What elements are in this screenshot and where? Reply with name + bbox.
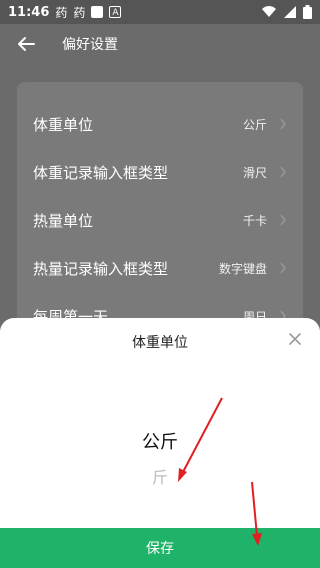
status-time: 11:46: [8, 4, 50, 20]
setting-value: 千卡: [242, 213, 267, 228]
save-button[interactable]: 保存: [0, 528, 320, 568]
setting-row-weight-unit[interactable]: 体重单位 公斤: [17, 100, 303, 148]
signal-icon: [284, 6, 296, 18]
wifi-icon: [262, 6, 276, 17]
a-icon: A: [109, 6, 122, 18]
chevron-right-icon: [280, 118, 286, 130]
setting-value: 滑尺: [242, 165, 267, 180]
status-bar: 11:46 药 药 A: [0, 0, 320, 24]
picker-option[interactable]: 斤: [0, 464, 320, 488]
settings-card: 体重单位 公斤 体重记录输入框类型 滑尺 热量单位 千卡 热量记录输入框类型 数…: [17, 82, 303, 342]
setting-row-weight-input-type[interactable]: 体重记录输入框类型 滑尺: [17, 148, 303, 196]
chevron-right-icon: [280, 166, 286, 178]
battery-icon: [303, 5, 312, 19]
app-header: 偏好设置: [0, 24, 320, 64]
setting-label: 热量单位: [33, 211, 94, 230]
setting-value: 公斤: [242, 117, 267, 132]
picker-option-selected[interactable]: 公斤: [0, 428, 320, 454]
chevron-right-icon: [280, 214, 286, 226]
chevron-right-icon: [280, 262, 286, 274]
page-title: 偏好设置: [62, 37, 118, 53]
close-icon[interactable]: [288, 332, 302, 346]
setting-label: 体重记录输入框类型: [33, 163, 169, 182]
setting-label: 体重单位: [33, 115, 94, 134]
app-icon: 药: [73, 5, 86, 20]
setting-value: 数字键盘: [218, 261, 267, 276]
sheet-title: 体重单位: [132, 335, 188, 351]
setting-label: 热量记录输入框类型: [33, 259, 169, 278]
save-label: 保存: [146, 541, 174, 557]
back-arrow-icon[interactable]: [14, 32, 38, 56]
square-icon: [91, 6, 104, 18]
setting-row-calorie-input-type[interactable]: 热量记录输入框类型 数字键盘: [17, 244, 303, 292]
setting-row-calorie-unit[interactable]: 热量单位 千卡: [17, 196, 303, 244]
app-icon: 药: [55, 5, 68, 20]
